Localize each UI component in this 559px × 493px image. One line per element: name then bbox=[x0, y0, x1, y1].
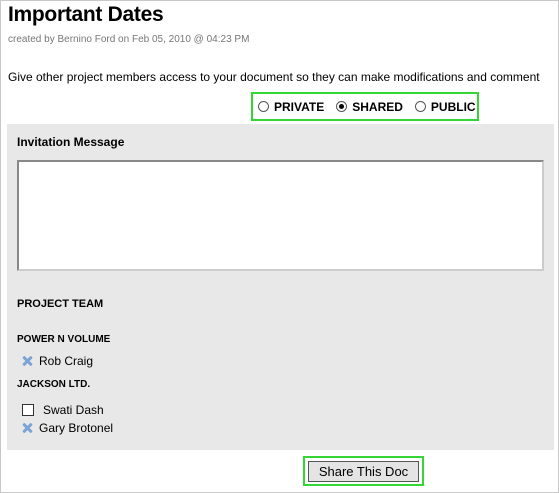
member-checkbox[interactable] bbox=[22, 404, 34, 416]
privacy-option-shared[interactable]: SHARED bbox=[336, 100, 403, 114]
share-panel: Invitation Message PROJECT TEAM POWER N … bbox=[7, 124, 554, 450]
group-name: JACKSON LTD. bbox=[17, 379, 91, 390]
team-member: Rob Craig bbox=[21, 354, 93, 368]
team-member: Gary Brotonel bbox=[21, 421, 113, 435]
group-name: POWER N VOLUME bbox=[17, 334, 111, 345]
radio-shared[interactable] bbox=[336, 101, 348, 112]
remove-icon[interactable] bbox=[21, 422, 33, 434]
radio-private[interactable] bbox=[258, 101, 269, 112]
member-name: Rob Craig bbox=[39, 354, 94, 368]
privacy-label-shared: SHARED bbox=[352, 99, 403, 114]
privacy-option-public[interactable]: PUBLIC bbox=[414, 99, 476, 114]
share-this-doc-button[interactable]: Share This Doc bbox=[308, 460, 419, 482]
share-button-highlight: Share This Doc bbox=[303, 456, 424, 486]
team-member: Swati Dash bbox=[21, 403, 104, 417]
page-title: Important Dates bbox=[8, 3, 164, 26]
intro-text: Give other project members access to you… bbox=[8, 70, 540, 84]
remove-icon[interactable] bbox=[21, 355, 33, 367]
created-by-text: created by Bernino Ford on Feb 05, 2010 … bbox=[8, 34, 250, 45]
invitation-message-input[interactable] bbox=[17, 160, 544, 271]
member-name: Swati Dash bbox=[43, 403, 104, 417]
radio-public[interactable] bbox=[414, 101, 426, 112]
privacy-options: PRIVATE SHARED PUBLIC bbox=[251, 92, 479, 121]
privacy-label-public: PUBLIC bbox=[430, 99, 476, 114]
invitation-message-label: Invitation Message bbox=[17, 135, 125, 149]
member-name: Gary Brotonel bbox=[39, 421, 114, 435]
privacy-option-private[interactable]: PRIVATE bbox=[258, 100, 324, 114]
privacy-label-private: PRIVATE bbox=[274, 99, 325, 114]
project-team-heading: PROJECT TEAM bbox=[17, 298, 104, 310]
